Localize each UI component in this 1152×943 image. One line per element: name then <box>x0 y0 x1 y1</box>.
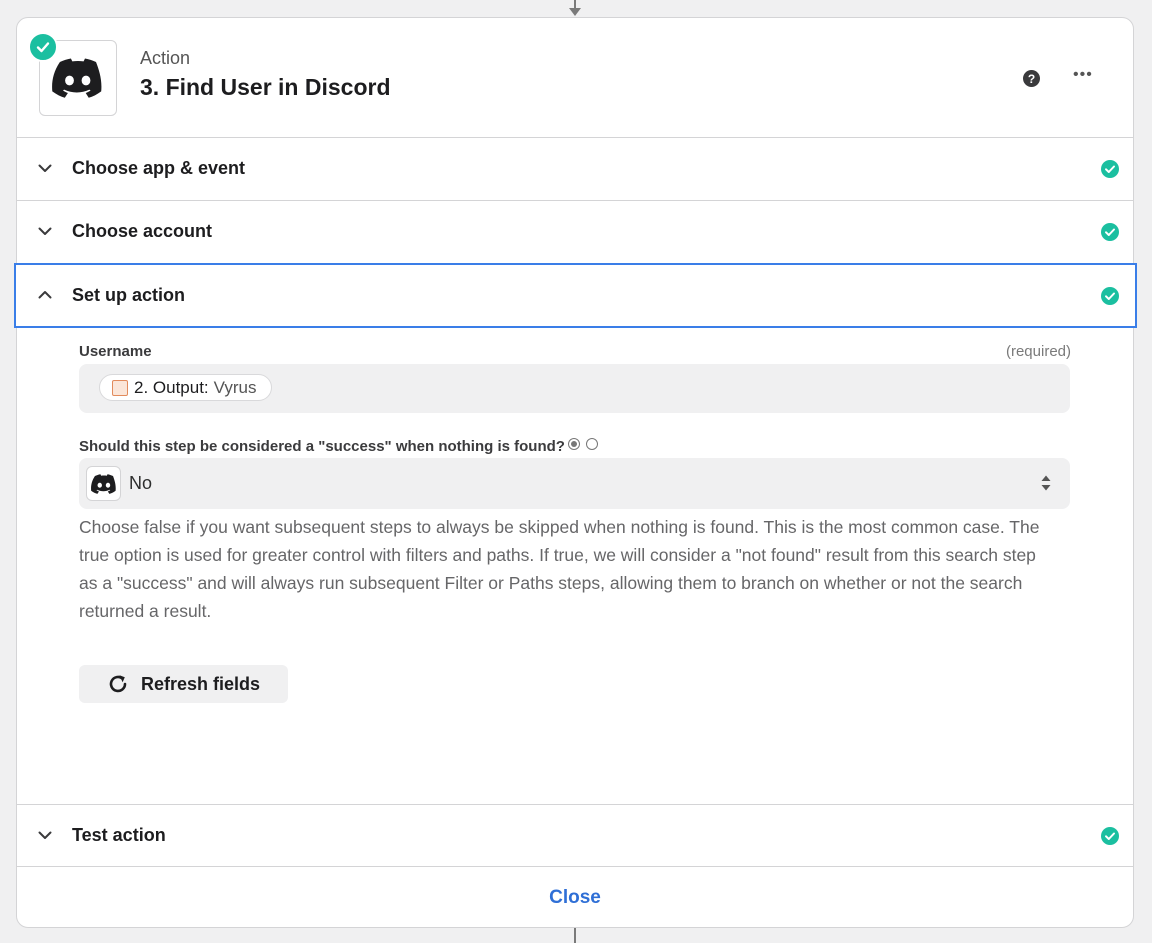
refresh-label: Refresh fields <box>140 673 261 694</box>
flow-arrow-icon <box>569 8 581 16</box>
required-indicator: (required) <box>1005 343 1071 360</box>
refresh-icon <box>109 675 127 693</box>
username-label: Username <box>79 343 152 360</box>
action-step-card: Action 3. Find User in Discord ? ••• Cho… <box>14 17 1137 929</box>
formatter-icon <box>112 379 128 396</box>
flow-connector-bottom <box>574 928 576 943</box>
close-button[interactable]: Close <box>17 867 1133 929</box>
section-choose-account[interactable]: Choose account <box>17 201 1133 264</box>
chevron-down-icon <box>38 227 52 235</box>
ellipsis-icon[interactable]: ••• <box>1073 66 1093 84</box>
section-label: Set up action <box>72 285 186 305</box>
select-arrows-icon <box>1041 475 1051 491</box>
pill-value: Vyrus <box>213 377 257 397</box>
section-test-action[interactable]: Test action <box>17 804 1133 867</box>
refresh-fields-button[interactable]: Refresh fields <box>79 665 288 703</box>
check-circle-icon <box>1101 287 1119 305</box>
chevron-up-icon <box>38 291 52 299</box>
username-field[interactable]: 2. Output: Vyrus <box>79 364 1070 413</box>
setup-action-body: Username (required) 2. Output: Vyrus Sho… <box>17 328 1133 804</box>
step-header: Action 3. Find User in Discord ? ••• <box>17 18 1133 138</box>
check-circle-icon <box>1101 827 1119 845</box>
section-label: Choose account <box>72 221 213 241</box>
step-complete-check-icon <box>28 32 58 62</box>
success-select[interactable]: No <box>79 458 1070 509</box>
section-label: Test action <box>72 825 166 845</box>
question-circle-icon[interactable]: ? <box>1023 70 1040 87</box>
check-circle-icon <box>1101 160 1119 178</box>
pill-step-label: 2. Output: <box>134 377 209 397</box>
mapped-value-pill[interactable]: 2. Output: Vyrus <box>99 374 272 401</box>
success-question-label: Should this step be considered a "succes… <box>79 438 565 455</box>
radio-dynamic-on[interactable] <box>568 438 580 450</box>
chevron-down-icon <box>38 164 52 172</box>
chevron-down-icon <box>38 831 52 839</box>
field-help-text: Choose false if you want subsequent step… <box>79 517 1040 621</box>
discord-icon <box>86 466 121 501</box>
step-type-label: Action <box>140 48 191 68</box>
check-circle-icon <box>1101 223 1119 241</box>
radio-dynamic-off[interactable] <box>586 438 598 450</box>
section-set-up-action[interactable]: Set up action <box>14 263 1137 328</box>
section-choose-app-event[interactable]: Choose app & event <box>17 138 1133 201</box>
section-label: Choose app & event <box>72 158 246 178</box>
select-value: No <box>129 473 153 493</box>
step-title: 3. Find User in Discord <box>140 74 391 100</box>
